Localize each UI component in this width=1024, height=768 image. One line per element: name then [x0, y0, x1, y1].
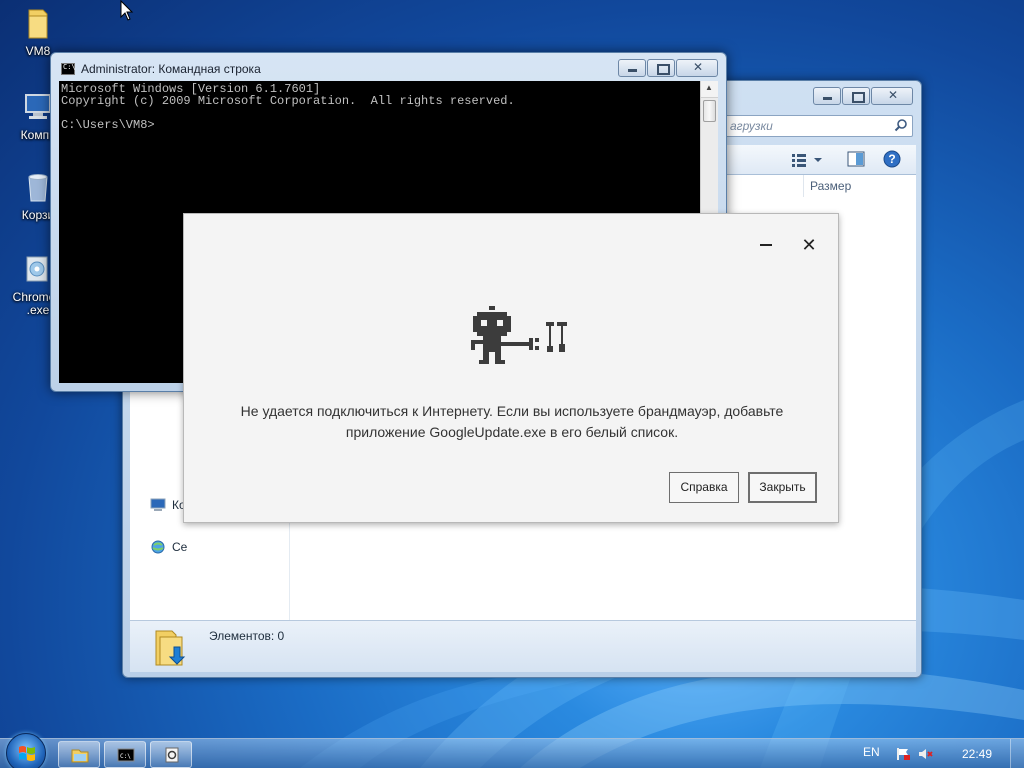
svg-text:?: ? [888, 152, 895, 166]
desktop-icon-vm8[interactable]: VM8 [2, 6, 74, 58]
console-prompt: C:\Users\VM8> [61, 118, 155, 132]
close-button[interactable] [871, 87, 913, 105]
google-update-icon [165, 747, 179, 763]
scroll-up-button[interactable] [701, 81, 718, 98]
window-title: Administrator: Командная строка [81, 62, 261, 76]
nav-item-network[interactable]: Се [150, 540, 187, 554]
minimize-button[interactable] [618, 59, 646, 77]
clock[interactable]: 22:49 [962, 747, 992, 761]
view-options-icon[interactable] [792, 152, 822, 168]
close-dialog-button[interactable]: Закрыть [748, 472, 817, 503]
minimize-button[interactable] [813, 87, 841, 105]
error-message: Не удается подключиться к Интернету. Есл… [204, 401, 820, 443]
taskbar-google-update-button[interactable] [150, 741, 192, 768]
taskbar-explorer-button[interactable] [58, 741, 100, 768]
computer-icon [150, 498, 166, 511]
windows-logo-icon [19, 746, 35, 761]
svg-text:C:\: C:\ [120, 753, 131, 760]
error-message-line: приложение GoogleUpdate.exe в его белый … [345, 424, 679, 440]
nav-item-label: Се [172, 540, 188, 554]
console-line: Copyright (c) 2009 Microsoft Corporation… [61, 94, 515, 108]
taskbar: C:\ EN 22:49 [0, 733, 1024, 768]
close-button[interactable] [676, 59, 718, 77]
column-header-size[interactable]: Размер [803, 175, 916, 197]
maximize-button[interactable] [647, 59, 675, 77]
maximize-button[interactable] [842, 87, 870, 105]
taskbar-cmd-button[interactable]: C:\ [104, 741, 146, 768]
show-desktop-button[interactable] [1010, 739, 1024, 768]
language-indicator[interactable]: EN [863, 745, 880, 759]
action-center-flag-icon[interactable] [895, 747, 911, 761]
search-icon[interactable] [894, 118, 908, 132]
start-button[interactable] [6, 733, 46, 768]
item-count: Элементов: 0 [209, 629, 285, 643]
google-update-dialog[interactable]: ✕ Не удается подключиться к Интернету. Е… [183, 213, 839, 523]
network-icon [151, 540, 165, 554]
status-bar: Элементов: 0 [130, 620, 916, 672]
explorer-icon [71, 749, 89, 763]
scroll-thumb[interactable] [703, 100, 716, 122]
help-icon[interactable]: ? [882, 149, 902, 169]
downloads-folder-icon [155, 630, 186, 666]
cmd-icon: C:\ [117, 748, 135, 762]
help-button[interactable]: Справка [669, 472, 739, 503]
mouse-cursor-icon [120, 0, 134, 21]
volume-muted-icon[interactable] [918, 747, 934, 761]
cmd-window-controls [618, 59, 718, 77]
broken-robot-icon [471, 306, 567, 364]
dialog-close-button[interactable]: ✕ [798, 234, 820, 256]
search-placeholder: агрузки [730, 119, 773, 133]
preview-pane-icon[interactable] [847, 151, 865, 167]
search-input[interactable]: агрузки [723, 115, 913, 137]
error-message-line: Не удается подключиться к Интернету. Есл… [240, 403, 784, 419]
dialog-minimize-button[interactable] [756, 234, 776, 254]
folder-icon [28, 9, 48, 39]
explorer-window-controls [813, 87, 913, 105]
nav-item-computer[interactable]: Ко [150, 498, 186, 512]
cmd-icon [61, 63, 76, 75]
